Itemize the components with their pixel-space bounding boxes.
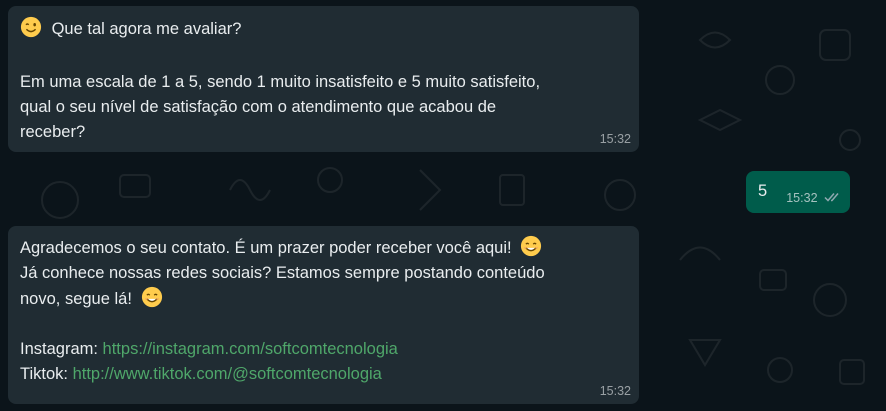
incoming-message-rating-request[interactable]: Que tal agora me avaliar? Em uma escala …	[8, 6, 639, 152]
message-body-text: Em uma escala de 1 a 5, sendo 1 muito in…	[20, 73, 541, 141]
message-line-3-text: novo, segue lá!	[20, 290, 132, 308]
message-timestamp: 15:32	[599, 132, 631, 146]
double-check-read-icon	[824, 193, 839, 202]
incoming-message-thank-you[interactable]: Agradecemos o seu contato. É um prazer p…	[8, 226, 639, 404]
message-timestamp: 15:32	[786, 191, 818, 205]
message-text: 5	[758, 182, 768, 200]
tiktok-label: Tiktok:	[20, 365, 73, 383]
instagram-label: Instagram:	[20, 340, 103, 358]
message-line-3: novo, segue lá!	[20, 286, 627, 312]
message-timestamp: 15:32	[599, 384, 631, 398]
winking-face-emoji-icon	[20, 16, 42, 38]
message-line-2: Já conhece nossas redes sociais? Estamos…	[20, 264, 545, 282]
message-line-1: Agradecemos o seu contato. É um prazer p…	[20, 235, 627, 261]
message-instagram-line: Instagram: https://instagram.com/softcom…	[20, 337, 627, 362]
outgoing-message-rating-answer[interactable]: 5 15:32	[746, 171, 850, 213]
tiktok-link[interactable]: http://www.tiktok.com/@softcomtecnologia	[73, 365, 382, 383]
message-tiktok-line: Tiktok: http://www.tiktok.com/@softcomte…	[20, 362, 627, 387]
instagram-link[interactable]: https://instagram.com/softcomtecnologia	[103, 340, 398, 358]
message-timestamp-wrapper: 15:32	[786, 191, 842, 206]
smiling-face-emoji-icon	[141, 286, 162, 308]
smiling-face-emoji-icon	[521, 235, 542, 257]
message-first-line: Que tal agora me avaliar?	[20, 16, 627, 43]
message-heading-text: Que tal agora me avaliar?	[51, 20, 242, 38]
message-line-1-text: Agradecemos o seu contato. É um prazer p…	[20, 239, 512, 257]
